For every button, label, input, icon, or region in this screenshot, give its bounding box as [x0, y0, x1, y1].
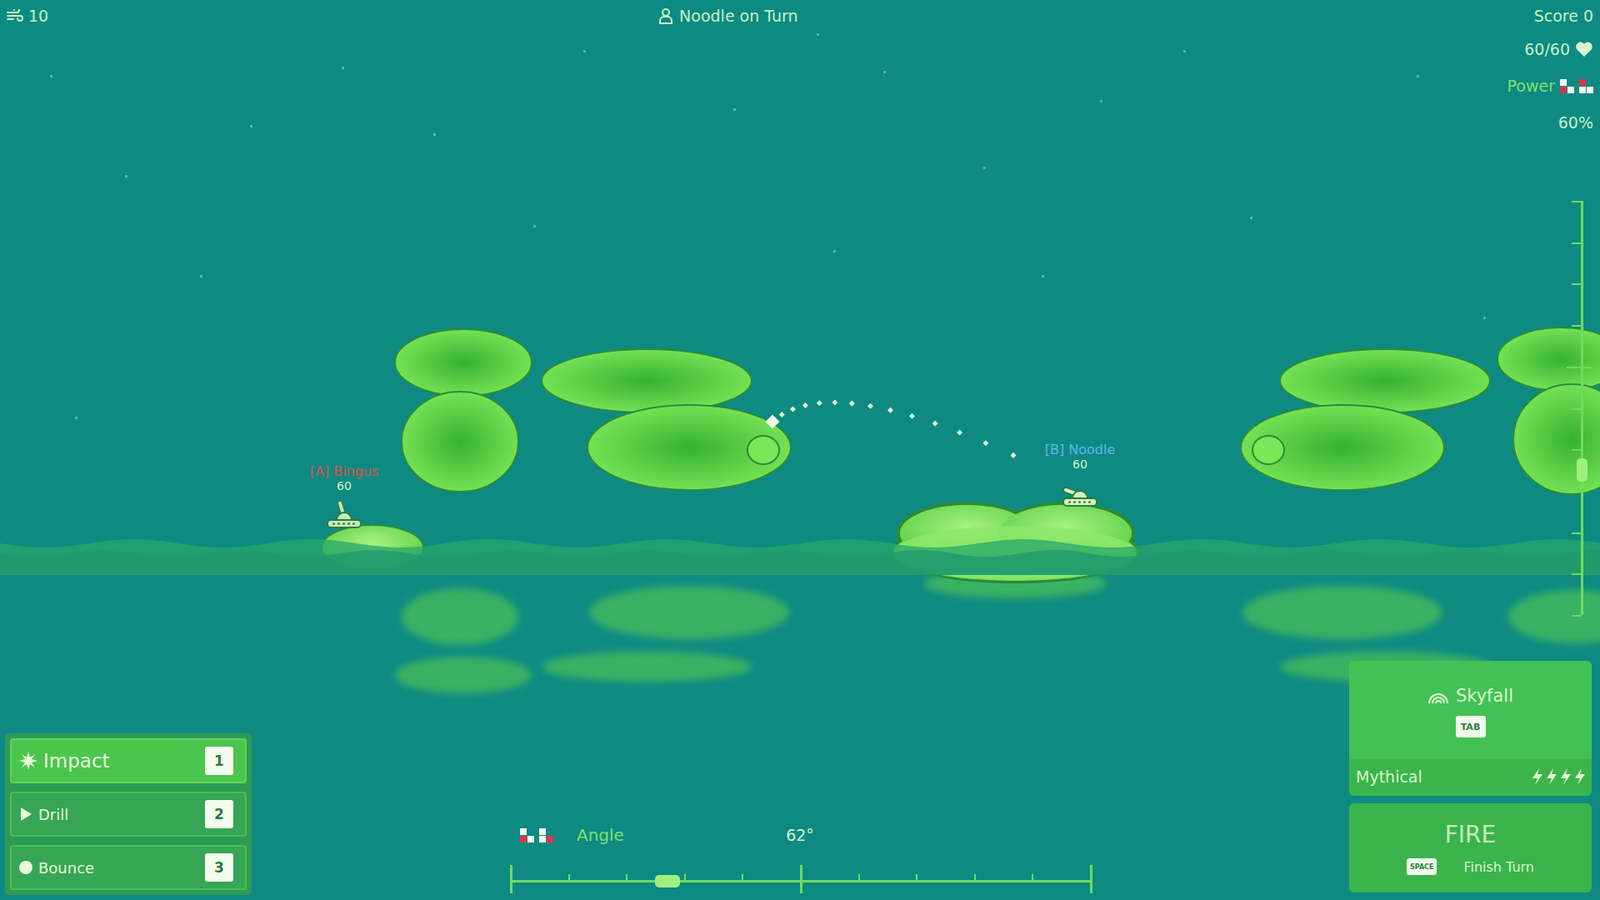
- weapon-item[interactable]: Drill 2: [10, 791, 247, 837]
- top-bar: 10 Noodle on Turn Score 0 60/60 Power 60…: [6, 6, 1594, 132]
- wind-icon: [6, 9, 24, 23]
- lightning-icon: [1573, 767, 1587, 786]
- angle-thumb[interactable]: [655, 875, 680, 888]
- burst-icon: [18, 750, 39, 771]
- player-tag: [B] Noodle 60: [1045, 441, 1116, 472]
- key-badge: 3: [205, 853, 234, 882]
- rainbow-icon: [1427, 687, 1450, 705]
- play-icon: [18, 806, 34, 822]
- trajectory: [765, 399, 1017, 458]
- key-badge: SPACE: [1406, 858, 1437, 875]
- fire-button[interactable]: FIRE SPACE Finish Turn: [1349, 803, 1592, 893]
- floating-pads: [395, 327, 1600, 495]
- power-thumb[interactable]: [1576, 458, 1588, 482]
- score: Score 0: [1534, 6, 1594, 25]
- lightning-icon: [1559, 767, 1573, 786]
- player-icon: [657, 7, 675, 25]
- wind-indicator: 10: [6, 6, 49, 25]
- health: 60/60: [1524, 40, 1594, 59]
- player-name: [A] Bingus: [310, 463, 380, 480]
- player-tag: [A] Bingus 60: [310, 463, 380, 494]
- power-readout: Power: [1507, 76, 1594, 95]
- lightning-icon: [1530, 767, 1545, 786]
- key-badge: TAB: [1455, 715, 1486, 738]
- heart-icon: [1575, 40, 1594, 58]
- turn-indicator: Noodle on Turn: [657, 6, 899, 25]
- status-panel: Score 0 60/60 Power 60%: [1507, 6, 1594, 132]
- special-weapon-card[interactable]: Skyfall TAB Mythical: [1349, 660, 1592, 796]
- key-badge: 1: [205, 746, 234, 775]
- tank: [327, 503, 361, 528]
- action-panel: Skyfall TAB Mythical FIRE SPACE Finish T…: [1349, 660, 1592, 893]
- key-badge: 2: [205, 800, 234, 829]
- ball-icon: [18, 860, 34, 875]
- stars: [50, 33, 1486, 420]
- power-icon: [1560, 79, 1594, 94]
- rarity: Mythical: [1355, 767, 1423, 786]
- angle-control: Angle 62°: [510, 820, 1090, 895]
- weapon-list: Impact 1 Drill 2 Bounce 3: [5, 733, 252, 895]
- angle-icon: [520, 828, 554, 843]
- power-slider[interactable]: [1566, 200, 1592, 615]
- player-name: [B] Noodle: [1045, 441, 1116, 458]
- power-reading: 60%: [1558, 113, 1594, 132]
- game-screen: [A] Bingus 60[B] Noodle 60 10 Noodle on …: [0, 0, 1600, 900]
- lightning-icon: [1545, 767, 1559, 786]
- water-surface: [0, 539, 1600, 575]
- tank: [1063, 490, 1097, 506]
- weapon-item[interactable]: Bounce 3: [10, 845, 247, 890]
- impact-marker-icon: [765, 415, 780, 430]
- player-hp: 60: [336, 479, 352, 494]
- charges: [1530, 767, 1587, 786]
- player-hp: 60: [1072, 457, 1088, 472]
- angle-slider[interactable]: [510, 861, 1090, 895]
- weapon-item[interactable]: Impact 1: [10, 738, 247, 784]
